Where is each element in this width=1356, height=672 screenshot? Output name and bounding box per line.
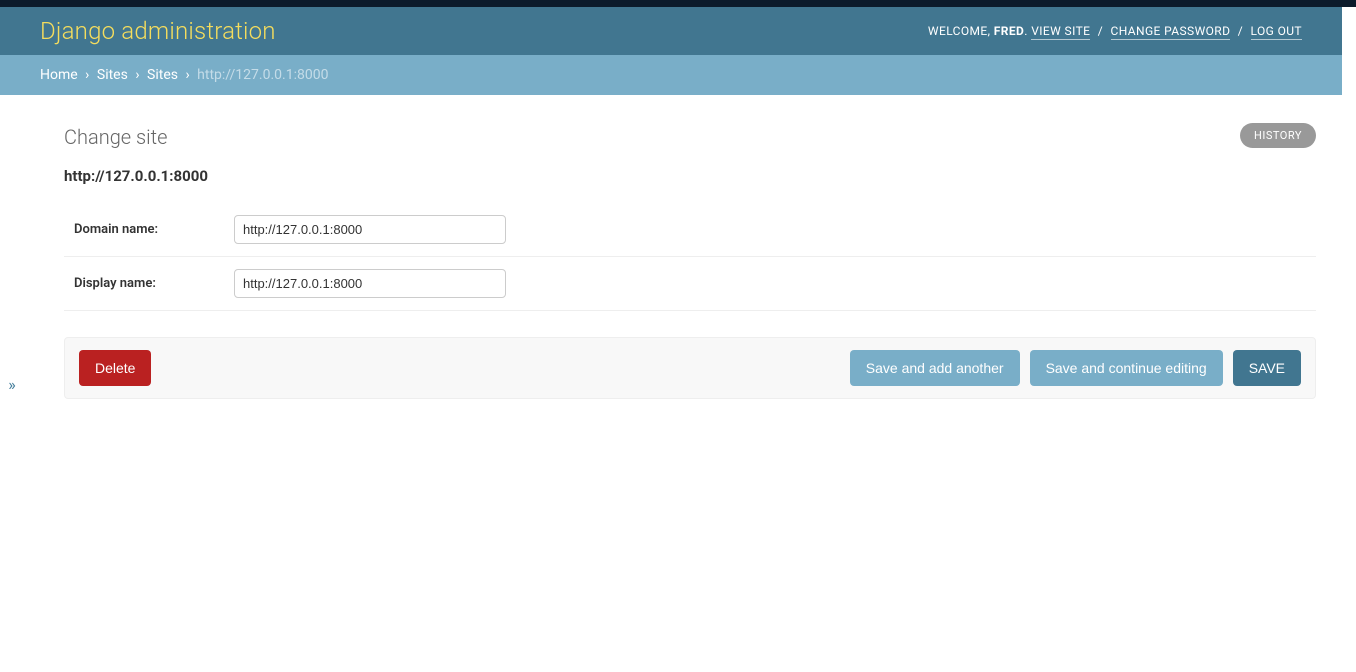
breadcrumb-current: http://127.0.0.1:8000 bbox=[197, 67, 328, 83]
breadcrumb-sep: › bbox=[181, 67, 193, 83]
logout-link[interactable]: LOG OUT bbox=[1251, 24, 1303, 40]
breadcrumb-sites-app[interactable]: Sites bbox=[97, 67, 128, 83]
domain-name-input[interactable] bbox=[234, 215, 506, 244]
save-continue-button[interactable]: Save and continue editing bbox=[1030, 350, 1223, 386]
page-title: Change site bbox=[64, 125, 1316, 149]
save-button[interactable]: SAVE bbox=[1233, 350, 1301, 386]
chevron-right-icon[interactable]: » bbox=[8, 375, 16, 394]
view-site-link[interactable]: VIEW SITE bbox=[1031, 24, 1090, 40]
breadcrumb-sep: › bbox=[81, 67, 93, 83]
breadcrumb-sites-model[interactable]: Sites bbox=[147, 67, 178, 83]
display-name-label: Display name: bbox=[74, 276, 234, 291]
submit-row: Delete Save and add another Save and con… bbox=[64, 337, 1316, 399]
site-branding[interactable]: Django administration bbox=[40, 17, 276, 45]
separator: / bbox=[1094, 24, 1107, 38]
form-row-display-name: Display name: bbox=[64, 257, 1316, 311]
breadcrumb-home[interactable]: Home bbox=[40, 67, 78, 83]
breadcrumb-sep: › bbox=[131, 67, 143, 83]
object-tools: HISTORY bbox=[1240, 123, 1316, 148]
user-links: WELCOME, FRED. VIEW SITE / CHANGE PASSWO… bbox=[928, 24, 1302, 38]
delete-button[interactable]: Delete bbox=[79, 350, 151, 386]
change-password-link[interactable]: CHANGE PASSWORD bbox=[1111, 24, 1231, 40]
main-content: Change site HISTORY http://127.0.0.1:800… bbox=[24, 95, 1356, 419]
form-row-domain-name: Domain name: bbox=[64, 203, 1316, 257]
welcome-label: WELCOME, bbox=[928, 24, 990, 38]
breadcrumb: Home › Sites › Sites › http://127.0.0.1:… bbox=[0, 55, 1356, 95]
top-stripe bbox=[0, 0, 1356, 7]
sidebar-toggle[interactable]: » bbox=[0, 95, 24, 419]
history-button[interactable]: HISTORY bbox=[1240, 123, 1316, 148]
header: Django administration WELCOME, FRED. VIE… bbox=[0, 7, 1356, 55]
username: FRED bbox=[994, 24, 1024, 38]
domain-name-label: Domain name: bbox=[74, 222, 234, 237]
display-name-input[interactable] bbox=[234, 269, 506, 298]
save-add-another-button[interactable]: Save and add another bbox=[850, 350, 1020, 386]
object-repr: http://127.0.0.1:8000 bbox=[64, 167, 1316, 185]
separator: / bbox=[1234, 24, 1247, 38]
